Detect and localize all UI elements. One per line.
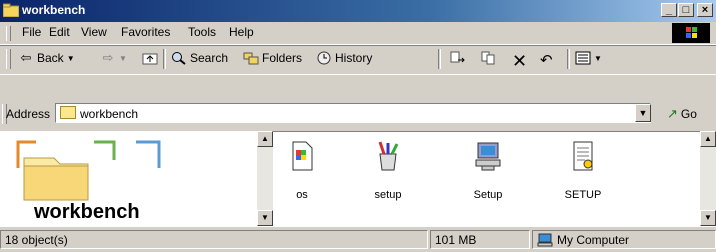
go-arrow-icon: ↗ bbox=[667, 106, 678, 121]
history-label: History bbox=[335, 51, 373, 65]
file-label: setup bbox=[374, 189, 402, 201]
status-zone: My Computer bbox=[532, 230, 716, 249]
views-dropdown-icon[interactable]: ▼ bbox=[594, 54, 602, 63]
file-item[interactable]: os bbox=[262, 140, 342, 201]
toolbar-separator bbox=[438, 49, 441, 69]
folders-button[interactable]: Folders bbox=[243, 51, 302, 65]
scroll-up-button[interactable]: ▲ bbox=[700, 131, 716, 147]
address-label: Address bbox=[6, 107, 51, 121]
address-input[interactable]: workbench bbox=[55, 103, 651, 123]
status-objects: 18 object(s) bbox=[0, 230, 428, 249]
search-label: Search bbox=[190, 51, 229, 65]
up-button[interactable] bbox=[142, 51, 158, 65]
delete-button[interactable]: ✕ bbox=[512, 51, 527, 72]
menu-view[interactable]: View bbox=[81, 25, 107, 39]
window-title: workbench bbox=[22, 3, 86, 17]
minimize-button[interactable]: _ bbox=[661, 3, 677, 17]
menu-help[interactable]: Help bbox=[229, 25, 254, 39]
file-label: Setup bbox=[473, 189, 503, 201]
file-item[interactable]: Setup bbox=[448, 140, 528, 201]
up-folder-icon bbox=[142, 53, 158, 65]
copy-to-button[interactable] bbox=[481, 51, 497, 65]
toolbar-grip[interactable] bbox=[6, 49, 11, 69]
back-label: Back bbox=[37, 51, 64, 65]
settings-document-icon bbox=[573, 141, 593, 171]
file-label: os bbox=[296, 189, 308, 201]
windows-logo-icon bbox=[672, 23, 710, 43]
file-item[interactable]: SETUP bbox=[543, 140, 623, 201]
title-bar: workbench _ □ × bbox=[0, 0, 716, 22]
search-icon bbox=[172, 52, 186, 65]
maximize-button[interactable]: □ bbox=[678, 3, 694, 17]
back-button[interactable]: ⇦ Back ▼ bbox=[18, 50, 75, 66]
file-label: SETUP bbox=[564, 189, 602, 201]
file-list-scrollbar[interactable]: ▲ ▼ bbox=[700, 131, 716, 226]
search-button[interactable]: Search bbox=[171, 51, 228, 65]
copy-to-icon bbox=[481, 51, 495, 65]
address-value[interactable]: workbench bbox=[80, 107, 138, 121]
folder-icon bbox=[3, 3, 19, 17]
close-button[interactable]: × bbox=[697, 3, 713, 17]
move-to-button[interactable] bbox=[450, 51, 466, 65]
scroll-down-button[interactable]: ▼ bbox=[257, 210, 273, 226]
setup-computer-icon bbox=[475, 142, 501, 171]
undo-icon: ↶ bbox=[540, 52, 553, 69]
scroll-down-button[interactable]: ▼ bbox=[700, 210, 716, 226]
toolbar-separator bbox=[163, 49, 166, 69]
undo-button[interactable]: ↶ bbox=[540, 51, 553, 69]
my-computer-icon bbox=[537, 233, 553, 247]
back-dropdown-icon[interactable]: ▼ bbox=[67, 54, 75, 63]
move-to-icon bbox=[450, 51, 465, 63]
folders-icon bbox=[243, 52, 259, 65]
status-size: 101 MB bbox=[430, 230, 530, 249]
file-item[interactable]: setup bbox=[348, 140, 428, 201]
folder-icon bbox=[60, 106, 76, 119]
forward-button[interactable]: ⇨ ▼ bbox=[100, 51, 127, 65]
views-button[interactable]: ▼ bbox=[575, 51, 602, 65]
address-dropdown-button[interactable]: ▼ bbox=[635, 104, 651, 122]
back-arrow-icon: ⇦ bbox=[20, 50, 32, 65]
history-icon bbox=[317, 51, 331, 65]
views-icon bbox=[575, 51, 591, 65]
delete-icon: ✕ bbox=[512, 51, 528, 71]
folder-banner-icon bbox=[16, 140, 161, 201]
menu-bar bbox=[0, 22, 716, 45]
menu-file[interactable]: File bbox=[22, 25, 41, 39]
forward-dropdown-icon[interactable]: ▼ bbox=[119, 54, 127, 63]
setup-tools-icon bbox=[378, 141, 399, 171]
folders-label: Folders bbox=[262, 51, 303, 65]
media-file-icon bbox=[292, 141, 313, 171]
toolbar-separator bbox=[567, 49, 570, 69]
menu-favorites[interactable]: Favorites bbox=[121, 25, 170, 39]
go-button[interactable]: ↗ Go bbox=[667, 106, 697, 122]
menu-tools[interactable]: Tools bbox=[188, 25, 216, 39]
zone-label: My Computer bbox=[557, 233, 630, 247]
web-view-panel: workbench bbox=[0, 131, 257, 226]
folder-title: workbench bbox=[34, 201, 140, 223]
history-button[interactable]: History bbox=[316, 51, 372, 65]
forward-arrow-icon: ⇨ bbox=[102, 50, 114, 65]
go-label: Go bbox=[680, 107, 697, 121]
menu-grip[interactable] bbox=[6, 26, 11, 41]
menu-edit[interactable]: Edit bbox=[49, 25, 70, 39]
